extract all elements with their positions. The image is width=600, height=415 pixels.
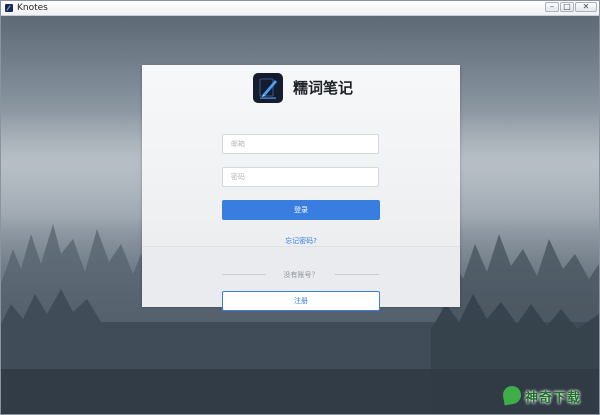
minimize-button[interactable]: – [545, 2, 559, 12]
pen-notebook-icon [253, 73, 283, 103]
no-account-text: 没有账号？ [283, 271, 319, 279]
forgot-password-link[interactable]: 忘记密码? [142, 236, 460, 246]
password-field[interactable] [222, 167, 379, 187]
app-logo-icon [5, 4, 13, 12]
watermark-text: 神奇下载 [525, 391, 582, 406]
divider-right [335, 274, 379, 275]
close-icon: ✕ [582, 2, 590, 11]
window-controls: – □ ✕ [545, 2, 597, 12]
app-name: 糯词笔记 [293, 79, 354, 97]
window-title: Knotes [17, 3, 48, 13]
close-button[interactable]: ✕ [575, 2, 597, 12]
email-field[interactable] [222, 134, 379, 154]
title-bar[interactable]: Knotes – □ ✕ [1, 1, 599, 16]
login-button[interactable]: 登录 [222, 200, 380, 220]
app-window: Knotes – □ ✕ 糯词笔记 邮箱 登录 忘记密码? 没有账号？ 注册 神… [0, 0, 600, 415]
site-watermark: 神奇下载 [501, 382, 591, 410]
leaf-logo-icon [501, 384, 523, 406]
minimize-icon: – [550, 2, 554, 11]
maximize-icon: □ [563, 2, 571, 11]
login-card: 糯词笔记 登录 忘记密码? 没有账号？ 注册 [142, 65, 460, 311]
register-button[interactable]: 注册 [222, 291, 380, 311]
maximize-button[interactable]: □ [560, 2, 574, 12]
